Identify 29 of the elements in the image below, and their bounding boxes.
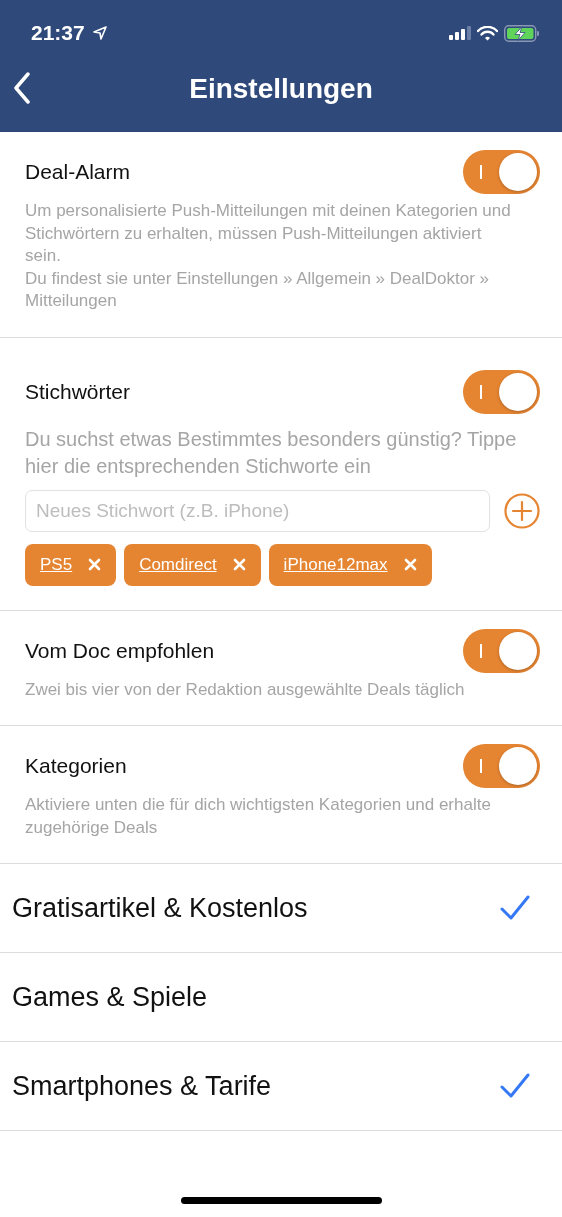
category-label: Smartphones & Tarife — [12, 1070, 272, 1102]
category-label: Games & Spiele — [12, 981, 208, 1013]
section-description: Um personalisierte Push-Mitteilungen mit deinen Kategorien und Stichwörtern zu erhalten, müssen Push-Mitteilungen aktiviert sein. Du findest sie unter Einstellungen » Allgemein » DealDoktor » Mitteilungen — [25, 200, 512, 312]
toggle-switch[interactable] — [463, 369, 540, 414]
section-description: Zwei bis vier von der Redaktion ausgewählte Deals täglich — [25, 678, 466, 701]
toggle-switch[interactable] — [463, 150, 540, 194]
wifi-icon — [477, 25, 498, 41]
section-title: Stichwörter — [25, 379, 131, 404]
remove-icon[interactable] — [232, 558, 246, 571]
section-title: Vom Doc empfohlen — [25, 638, 215, 663]
section-title: Deal-Alarm — [25, 160, 131, 184]
toggle-switch[interactable] — [463, 744, 540, 788]
remove-icon[interactable] — [403, 558, 417, 571]
keyword-input-field[interactable]: Neues Stichwort (z.B. iPhone) — [25, 489, 490, 532]
remove-icon[interactable] — [88, 558, 102, 571]
section-title: Kategorien — [25, 754, 127, 778]
section-description: Aktiviere unten die für dich wichtigsten Kategorien und erhalte zugehörige Deals — [25, 794, 492, 839]
category-label: Gratisartikel & Kostenlos — [12, 892, 308, 924]
screen-title: Einstellungen — [189, 73, 373, 105]
battery-charging-icon — [504, 24, 540, 42]
add-icon[interactable] — [504, 492, 540, 529]
toggle-switch[interactable] — [463, 628, 540, 673]
signal-icon — [449, 26, 471, 40]
category-row[interactable]: Gratisartikel & Kostenlos — [0, 864, 562, 953]
category-row[interactable]: Games & Spiele — [0, 953, 562, 1042]
status-time: 21:37 — [31, 21, 85, 45]
category-row[interactable]: Smartphones & Tarife — [0, 1042, 562, 1131]
section-description: Du suchst etwas Bestimmtes besonders günstig? Tippe hier die entsprechenden Stichworte ein — [25, 426, 518, 479]
location-arrow-icon — [92, 26, 107, 40]
